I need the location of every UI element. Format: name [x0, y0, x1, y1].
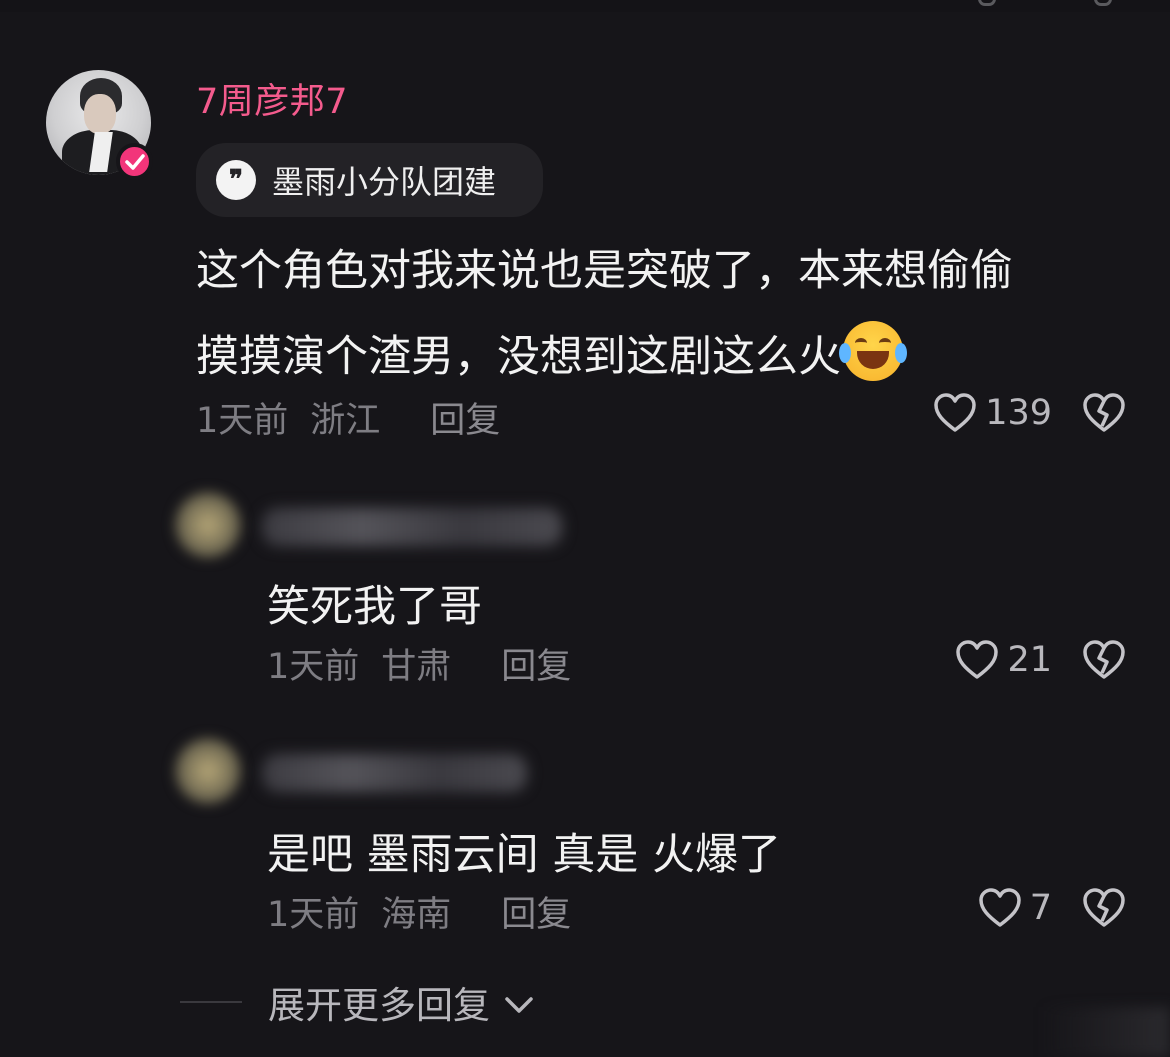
laughing-tears-emoji — [839, 321, 907, 381]
reply-time: 1天前 — [267, 895, 360, 935]
reply-avatar[interactable] — [175, 492, 241, 558]
reply-button[interactable]: 回复 — [430, 401, 500, 441]
verified-badge-icon — [116, 143, 153, 180]
heart-icon[interactable] — [978, 888, 1022, 928]
comment-actions: 139 — [933, 393, 1126, 433]
reply-actions: 21 — [955, 640, 1126, 680]
comment-time: 1天前 — [196, 401, 289, 441]
watermark-corner — [1040, 1007, 1170, 1057]
reply-actions: 7 — [978, 888, 1126, 928]
heart-icon[interactable] — [933, 393, 977, 433]
comment-content-line1: 这个角色对我来说也是突破了，本来想偷偷 — [196, 246, 1013, 296]
dislike-heart-icon[interactable] — [1082, 888, 1126, 928]
comment-meta: 1天前 浙江 回复 — [196, 392, 522, 443]
reply-meta: 1天前 甘肃 回复 — [267, 638, 593, 689]
reply-username[interactable] — [262, 754, 527, 792]
reply-location: 甘肃 — [381, 647, 452, 687]
heart-icon[interactable] — [955, 640, 999, 680]
comment-location: 浙江 — [310, 401, 381, 441]
reply-button[interactable]: 回复 — [501, 647, 571, 687]
expand-more-replies-button[interactable]: 展开更多回复 — [180, 975, 534, 1029]
reply-meta: 1天前 海南 回复 — [267, 886, 593, 937]
comment-content-line2: 摸摸演个渣男，没想到这剧这么火 — [196, 332, 841, 382]
heart-icon — [978, 0, 996, 6]
reply-button[interactable]: 回复 — [501, 895, 571, 935]
dislike-heart-icon[interactable] — [1082, 393, 1126, 433]
reply-time: 1天前 — [267, 647, 360, 687]
like-count: 7 — [1029, 888, 1052, 928]
topic-tag-label: 墨雨小分队团建 — [272, 163, 497, 201]
expand-more-label: 展开更多回复 — [268, 984, 490, 1027]
reply-location: 海南 — [381, 895, 452, 935]
reply-content: 是吧 墨雨云间 真是 火爆了 — [267, 830, 782, 880]
reply-content: 笑死我了哥 — [267, 582, 482, 632]
reply-username[interactable] — [262, 508, 562, 546]
dislike-heart-icon[interactable] — [1082, 640, 1126, 680]
like-count: 139 — [985, 393, 1052, 433]
quote-bubble-icon: ❞ — [216, 160, 256, 200]
dislike-heart-icon — [1094, 0, 1112, 6]
previous-comment-edge — [0, 0, 1170, 12]
topic-tag[interactable]: ❞ 墨雨小分队团建 — [196, 143, 543, 217]
comment-content: 这个角色对我来说也是突破了，本来想偷偷 摸摸演个渣男，没想到这剧这么火 — [196, 228, 1116, 400]
chevron-down-icon — [504, 981, 534, 1024]
reply-avatar[interactable] — [175, 738, 241, 804]
comment-username[interactable]: 7周彦邦7 — [196, 73, 348, 124]
like-count: 21 — [1007, 640, 1052, 680]
divider — [180, 1001, 242, 1003]
